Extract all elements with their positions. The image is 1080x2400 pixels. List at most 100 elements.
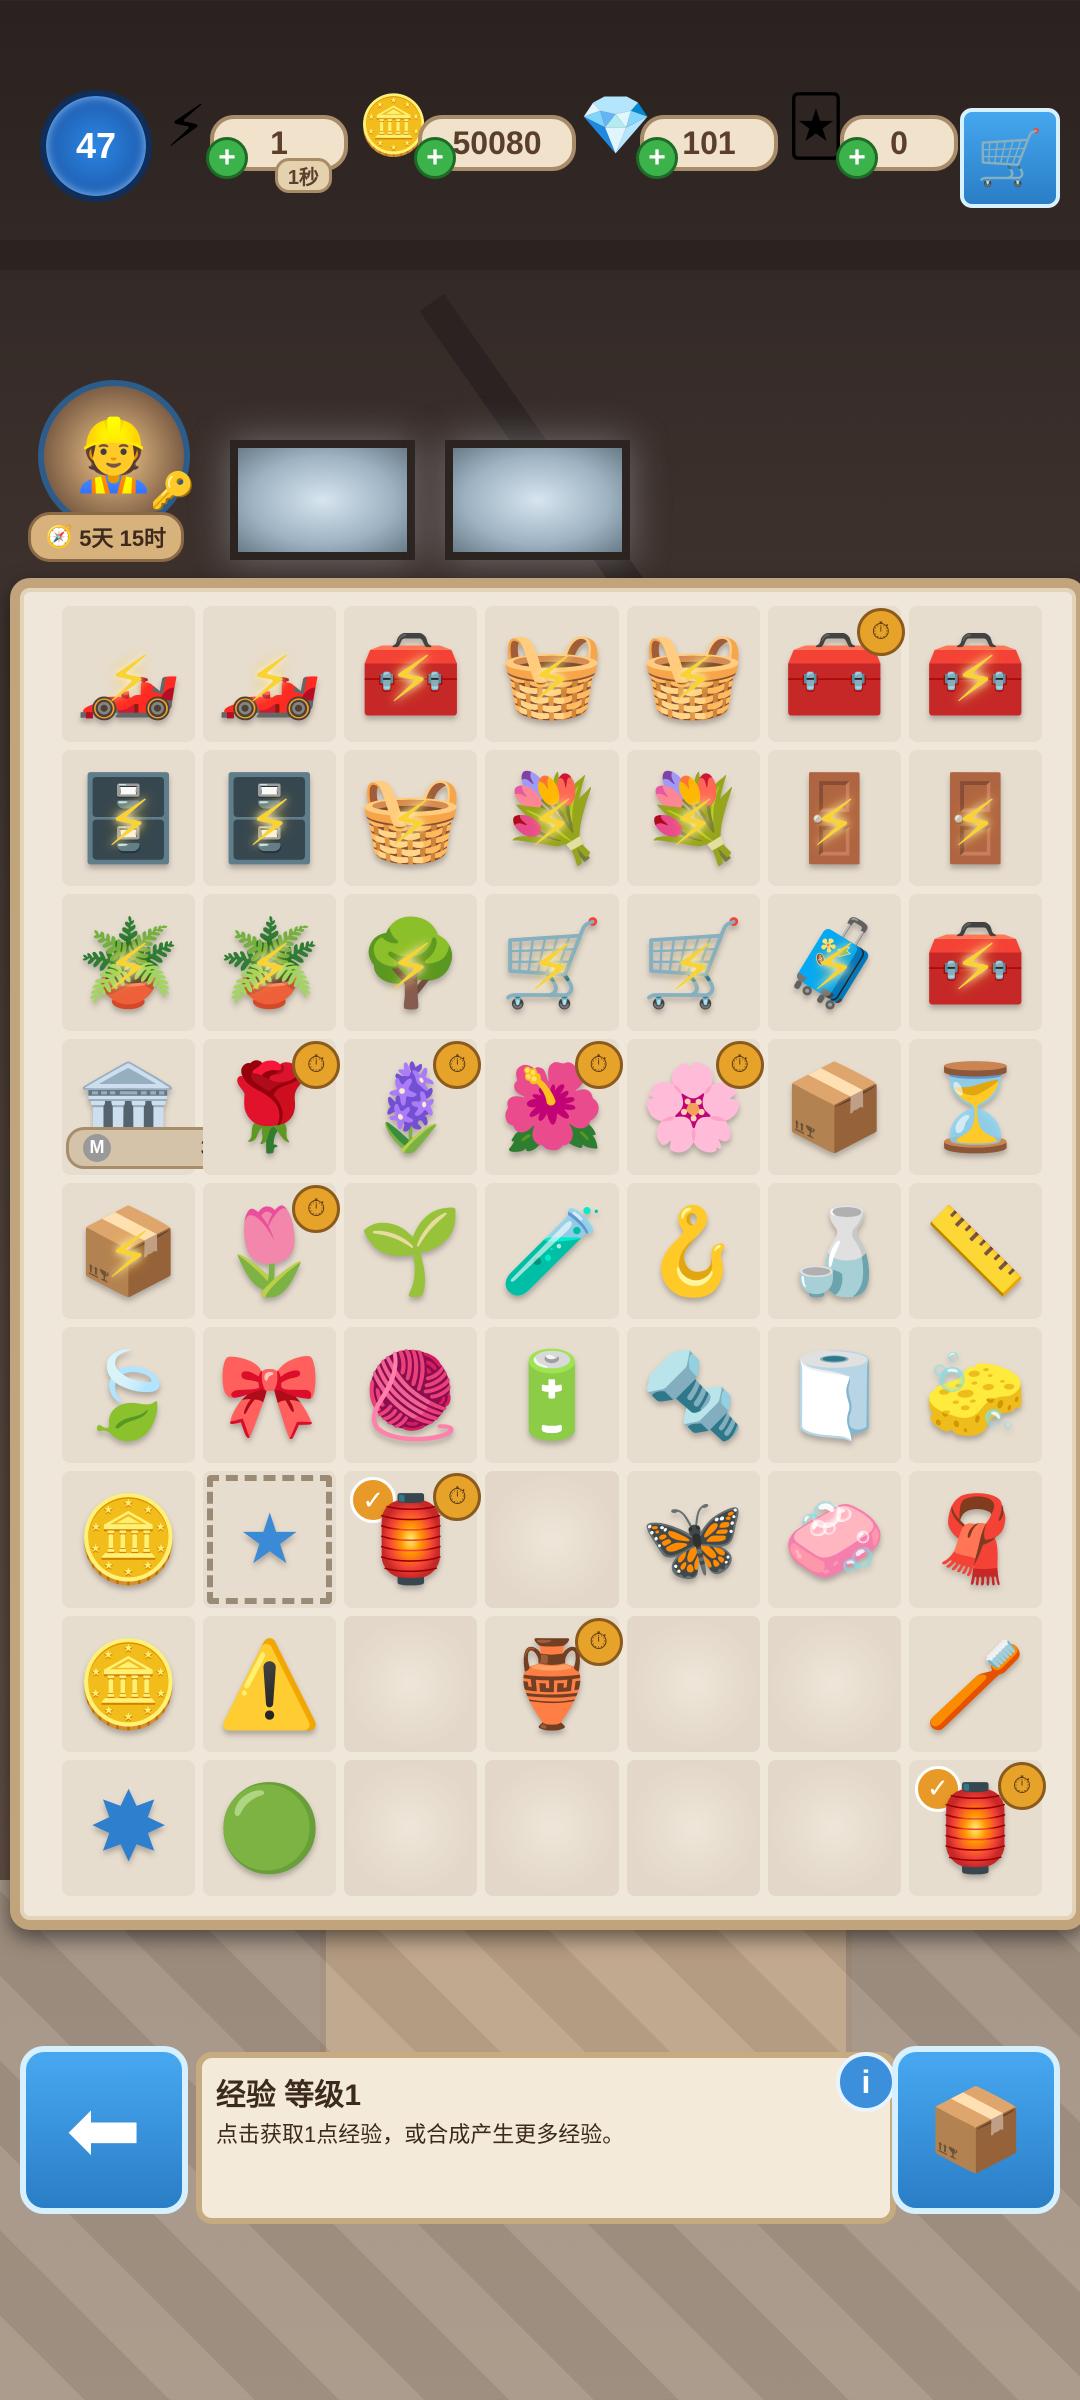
tile-sprout-pot[interactable]: 🌱 bbox=[344, 1182, 478, 1320]
tile-warning-sign[interactable]: ⚠️ bbox=[203, 1615, 337, 1752]
tile-cabinet[interactable]: 🚪 ⚡ bbox=[767, 750, 901, 887]
tile-race-car[interactable]: 🏎️ ⚡ bbox=[203, 606, 337, 743]
tile-nightstand[interactable]: 🗄️ ⚡ bbox=[62, 750, 196, 887]
tile-leaf[interactable]: 🍃 bbox=[62, 1327, 196, 1464]
tile-sponge[interactable]: 🧽 bbox=[908, 1327, 1042, 1464]
tile-empty[interactable] bbox=[344, 1615, 478, 1752]
background-window bbox=[230, 440, 630, 560]
timer-icon: ⏱ bbox=[433, 1473, 482, 1522]
tile-powder-box[interactable]: 📦 bbox=[767, 1038, 901, 1175]
tile-plant-pot[interactable]: 🪴 ⚡ bbox=[203, 894, 337, 1031]
tile-cart[interactable]: 🛒 ⚡ bbox=[485, 894, 619, 1031]
timer-icon: ⏱ bbox=[433, 1040, 482, 1089]
energy-plus-button[interactable]: + bbox=[206, 137, 248, 179]
tile-lantern[interactable]: ✓ 🏮 ⏱ bbox=[344, 1471, 482, 1608]
tile-lantern[interactable]: ✓ 🏮 ⏱ bbox=[908, 1759, 1046, 1896]
tile-flower-pot[interactable]: 💐 ⚡ bbox=[485, 750, 619, 887]
tile-spirit-level[interactable]: 📏 bbox=[908, 1182, 1042, 1320]
sprout-icon: 🌱 bbox=[358, 1203, 464, 1298]
tile-garden-cart[interactable]: 🧰 ⚡ bbox=[344, 606, 478, 743]
tile-fireplace[interactable]: 🏛️ M3 bbox=[62, 1038, 230, 1175]
ribbon-icon: 🎀 bbox=[217, 1348, 322, 1443]
tile-ribbon[interactable]: 🎀 bbox=[203, 1327, 337, 1464]
cards-plus-button[interactable]: + bbox=[836, 137, 878, 179]
inventory-box-button[interactable]: 📦 bbox=[892, 2046, 1060, 2214]
tile-empty[interactable] bbox=[485, 1759, 619, 1896]
timer-icon: ⏱ bbox=[997, 1761, 1046, 1810]
tile-coins[interactable]: 🪙 bbox=[62, 1615, 196, 1752]
tile-moth[interactable]: 🦋 bbox=[626, 1471, 760, 1608]
level-tool-icon: 📏 bbox=[923, 1203, 1028, 1298]
cards-counter[interactable]: 0 + bbox=[836, 115, 958, 179]
energy-bolt-icon: ⚡ bbox=[106, 643, 152, 716]
tile-pink-roses[interactable]: 🌸 ⏱ bbox=[626, 1038, 764, 1175]
tile-roses[interactable]: 🌹 ⏱ bbox=[203, 1038, 341, 1175]
tile-soap[interactable]: 🧼 bbox=[767, 1471, 901, 1608]
merge-board: 🏎️ ⚡ 🏎️ ⚡ 🧰 ⚡ 🧺 ⚡ 🧺 ⚡ 🧰 ⏱ 🧰 ⚡ 🗄️ ⚡ 🗄️ ⚡ 🧺 ⚡ 💐 ⚡ 💐 ⚡ … bbox=[10, 578, 1080, 1930]
xp-star-icon: ✸ bbox=[88, 1773, 169, 1881]
tile-cable[interactable]: 🧶 bbox=[344, 1327, 478, 1464]
tile-screws[interactable]: 🔩 bbox=[626, 1327, 760, 1464]
energy-bolt-icon: ⚡ bbox=[529, 643, 575, 716]
green-button-icon: 🟢 bbox=[217, 1780, 322, 1875]
moth-icon: 🦋 bbox=[640, 1492, 746, 1587]
tile-hourglass[interactable]: ⏳ bbox=[908, 1038, 1042, 1175]
tile-plant-pot[interactable]: 🪴 ⚡ bbox=[62, 894, 196, 1031]
tile-dropper-bottle[interactable]: 🧪 bbox=[485, 1182, 619, 1320]
back-button[interactable]: ⬅ bbox=[20, 2046, 188, 2214]
energy-bolt-icon: ⚡ bbox=[811, 787, 857, 860]
player-level-badge[interactable]: 47 bbox=[40, 90, 152, 202]
energy-timer: 1秒 bbox=[274, 158, 332, 193]
tile-flower-pot[interactable]: 💐 ⚡ bbox=[626, 750, 760, 887]
energy-bolt-icon: ⚡ bbox=[247, 787, 293, 860]
tile-trees[interactable]: 🌳 ⚡ bbox=[344, 894, 478, 1031]
tile-empty[interactable] bbox=[767, 1615, 901, 1752]
tile-cart[interactable]: 🛒 ⚡ bbox=[626, 894, 760, 1031]
character-timer: 5天 15时 bbox=[79, 526, 167, 551]
info-title: 经验 等级1 bbox=[216, 2079, 362, 2112]
tile-nightstand[interactable]: 🗄️ ⚡ bbox=[203, 750, 337, 887]
tile-hydrangea[interactable]: 🪻 ⏱ bbox=[344, 1038, 482, 1175]
gems-plus-button[interactable]: + bbox=[636, 137, 678, 179]
energy-bolt-icon: ⚡ bbox=[247, 643, 293, 716]
tile-xp-star-large[interactable]: ✸ bbox=[62, 1759, 196, 1896]
coins-counter[interactable]: 50080 + bbox=[414, 115, 576, 179]
cart-icon: 🛒 bbox=[976, 127, 1044, 188]
tile-toothpaste[interactable]: 🪥 bbox=[908, 1615, 1042, 1752]
tile-toolbox[interactable]: 🧰 ⚡ bbox=[908, 606, 1042, 743]
coins-plus-button[interactable]: + bbox=[414, 137, 456, 179]
gems-counter[interactable]: 101 + bbox=[636, 115, 778, 179]
tile-crowbar[interactable]: 🪝 bbox=[626, 1182, 760, 1320]
tile-cabinet[interactable]: 🚪 ⚡ bbox=[908, 750, 1042, 887]
tile-garden-cart[interactable]: 🧺 ⚡ bbox=[626, 606, 760, 743]
tile-coins[interactable]: 🪙 bbox=[62, 1471, 196, 1608]
battery-icon: 🔋 bbox=[499, 1348, 605, 1443]
leaf-icon: 🍃 bbox=[76, 1348, 181, 1443]
tile-toolbox-blue[interactable]: 🧰 ⚡ bbox=[908, 894, 1042, 1031]
tile-towel[interactable]: 🧣 bbox=[908, 1471, 1042, 1608]
tile-empty[interactable] bbox=[626, 1615, 760, 1752]
energy-counter[interactable]: 1 + 1秒 bbox=[206, 115, 348, 193]
tile-trash-bag[interactable]: 🧻 bbox=[767, 1327, 901, 1464]
tile-batteries[interactable]: 🔋 bbox=[485, 1327, 619, 1464]
shop-cart-button[interactable]: 🛒 bbox=[960, 108, 1060, 208]
energy-bolt-icon: ⚡ bbox=[388, 787, 434, 860]
tile-toolbox[interactable]: 🧰 ⏱ bbox=[767, 606, 905, 743]
tile-empty[interactable] bbox=[626, 1759, 760, 1896]
tile-vase[interactable]: 🏺 ⏱ bbox=[485, 1615, 623, 1752]
tile-nightstand[interactable]: 🧺 ⚡ bbox=[344, 750, 478, 887]
tile-peonies[interactable]: 🌺 ⏱ bbox=[485, 1038, 623, 1175]
tile-peony-bush[interactable]: 🌷 ⏱ bbox=[203, 1182, 341, 1320]
tile-cardboard-box[interactable]: 📦 ⚡ bbox=[62, 1182, 196, 1320]
tile-glass-bottle[interactable]: 🍶 bbox=[767, 1182, 901, 1320]
tile-xp-star-selected[interactable]: ★ bbox=[203, 1471, 337, 1608]
clock-icon: 🧭 bbox=[45, 524, 74, 549]
tile-empty[interactable] bbox=[344, 1759, 478, 1896]
info-icon[interactable]: i bbox=[836, 2052, 896, 2112]
tile-garden-cart[interactable]: 🧺 ⚡ bbox=[485, 606, 619, 743]
tile-empty[interactable] bbox=[485, 1471, 619, 1608]
tile-race-car[interactable]: 🏎️ ⚡ bbox=[62, 606, 196, 743]
tile-empty[interactable] bbox=[767, 1759, 901, 1896]
tile-button[interactable]: 🟢 bbox=[203, 1759, 337, 1896]
tile-chest[interactable]: 🧳 ⚡ bbox=[767, 894, 901, 1031]
